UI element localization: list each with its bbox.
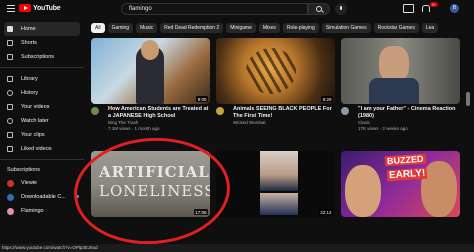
video-duration: 8:29 [321,96,333,102]
video-meta: 17K views · 2 weeks ago [358,126,408,131]
chip-mixes[interactable]: Mixes [258,23,280,33]
search-button[interactable] [308,3,330,15]
sidebar-item-label: Liked videos [21,146,52,152]
channel-name[interactable]: Bing The Trash [108,120,208,126]
sidebar: Home Shorts Subscriptions Library Histor… [0,18,84,236]
subscriptions-icon [7,54,13,60]
subscription-item-viewie[interactable]: Viewie [0,176,84,190]
thumbnail-text-1: BUZZED [384,153,426,167]
logo-text: YouTube [33,4,61,12]
voice-search-icon[interactable] [335,3,347,15]
subscription-label: Viewie [21,180,38,186]
your-videos-icon [7,104,13,110]
create-video-icon[interactable] [403,4,414,13]
library-icon [7,76,13,82]
sidebar-item-your-clips[interactable]: Your clips [0,128,84,142]
sidebar-item-label: Library [21,76,38,82]
subscriptions-heading: Subscriptions [7,167,41,173]
avatar[interactable]: B [450,4,459,13]
video-title[interactable]: Animals SEEING BLACK PEOPLE For The Firs… [233,106,337,119]
chip-all[interactable]: All [91,23,105,33]
sidebar-item-subscriptions[interactable]: Subscriptions [0,50,84,64]
video-title[interactable]: How American Students are Treated at a J… [108,106,212,119]
liked-icon [7,146,13,152]
clips-icon [7,132,13,138]
chip-rockstar[interactable]: Rockstar Games [373,23,419,33]
sidebar-item-history[interactable]: History [0,86,84,100]
top-bar: YouTube flamingo 9+ B [0,0,474,18]
video-thumbnail[interactable]: 8:29 [216,38,335,104]
channel-avatar[interactable] [216,107,224,115]
subscription-item-downloadable[interactable]: Downloadable C... [0,190,84,204]
search-input[interactable]: flamingo [121,3,308,15]
thumbnail-photo [260,193,298,215]
channel-avatar[interactable] [341,107,349,115]
channel-avatar [7,193,14,201]
watch-later-icon [7,118,13,124]
shorts-icon [7,40,13,46]
sidebar-item-label: Watch later [21,118,49,124]
chip-lea[interactable]: Lea [421,23,439,33]
thumbnail-body [369,78,419,104]
sidebar-item-label: Home [21,26,36,32]
video-thumbnail[interactable]: 22:12 [216,151,335,217]
video-thumbnail[interactable]: BUZZED EARLY! [341,151,460,217]
subscription-item-flamingo[interactable]: Flamingo [0,204,84,218]
channel-avatar [7,179,14,187]
subscription-label: Downloadable C... [21,194,66,200]
chip-rdr2[interactable]: Red Dead Redemption 2 [160,23,224,33]
scrollbar[interactable] [466,92,470,106]
search-icon [316,6,322,12]
sidebar-item-liked-videos[interactable]: Liked videos [0,142,84,156]
home-icon [7,26,13,32]
thumbnail-stripes [246,48,296,94]
filter-chips: All Gaming Music Red Dead Redemption 2 Minig… [91,23,474,34]
video-title[interactable]: "I am your Father" - Cinema Reaction (19… [358,106,458,119]
video-thumbnail[interactable]: 9:05 [91,38,210,104]
channel-avatar [7,207,14,215]
thumbnail-face-left [345,165,381,217]
video-meta: 7.1M views · 1 month ago [108,126,160,131]
youtube-play-icon [19,4,31,12]
sidebar-item-label: Shorts [21,40,37,46]
thumbnail-photo [260,151,298,191]
sidebar-item-shorts[interactable]: Shorts [0,36,84,50]
video-duration: 9:05 [196,96,208,102]
chip-music[interactable]: Music [136,23,158,33]
notifications-icon[interactable] [421,4,430,12]
youtube-logo[interactable]: YouTube [19,4,61,12]
sidebar-item-label: Subscriptions [21,54,55,60]
sidebar-item-label: Your videos [21,104,50,110]
subscription-label: Flamingo [21,208,44,214]
chip-role-playing[interactable]: Role-playing [282,23,319,33]
thumbnail-head [141,40,159,60]
sidebar-item-library[interactable]: Library [0,72,84,86]
divider [0,159,84,160]
menu-icon[interactable] [7,4,15,12]
sidebar-item-your-videos[interactable]: Your videos [0,100,84,114]
sidebar-item-home[interactable]: Home [4,22,80,36]
thumbnail-person [379,46,409,82]
sidebar-item-watch-later[interactable]: Watch later [0,114,84,128]
chip-gaming[interactable]: Gaming [107,23,134,33]
chip-minigame[interactable]: Minigame [226,23,256,33]
channel-name[interactable]: Wicked Wombat [233,120,333,126]
sidebar-item-label: History [21,90,39,96]
history-icon [7,90,13,96]
channel-name[interactable]: Clasic [358,120,454,126]
status-bar-url: https://www.youtube.com/watch?v=OPlp3EJ6… [0,244,474,252]
notification-badge: 9+ [430,2,438,7]
video-thumbnail[interactable] [341,38,460,104]
chip-simulation[interactable]: Simulation Games [321,23,371,33]
divider [0,67,84,68]
video-duration: 22:12 [318,209,333,215]
channel-avatar[interactable] [91,107,99,115]
sidebar-item-label: Your clips [21,132,45,138]
